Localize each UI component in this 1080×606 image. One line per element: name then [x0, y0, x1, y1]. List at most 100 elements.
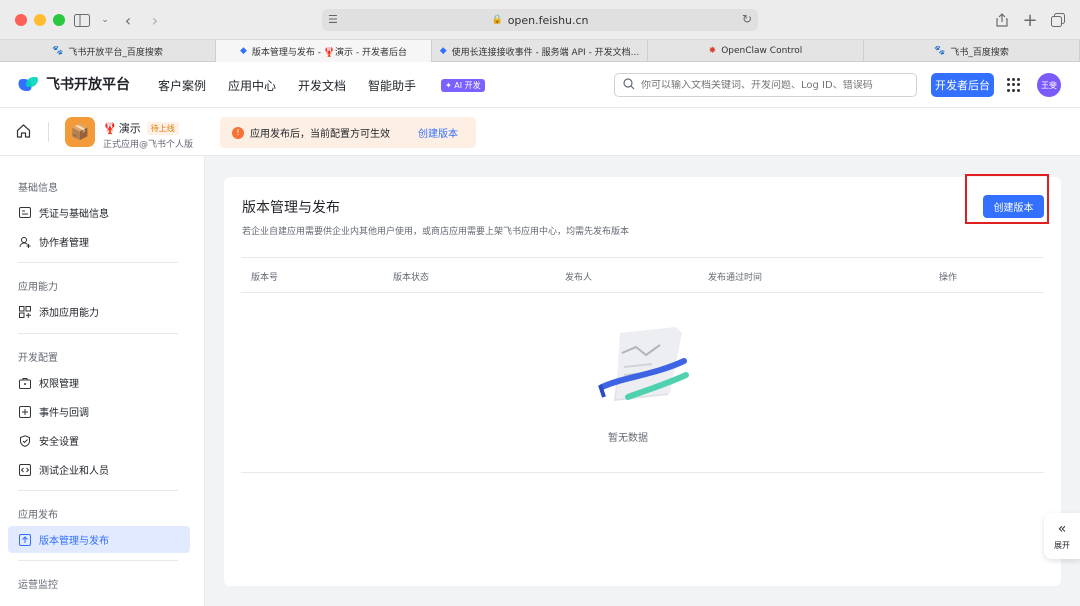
sidebar-item-label: 权限管理	[39, 379, 79, 390]
reload-icon[interactable]: ↻	[742, 12, 752, 26]
event-plus-icon	[19, 405, 31, 418]
app-name-text: 演示	[118, 122, 141, 135]
column-header: 发布人	[565, 273, 593, 283]
baidu-paw-icon: 🐾	[934, 46, 946, 56]
column-header: 版本状态	[393, 273, 430, 283]
status-badge: 待上线	[146, 121, 179, 135]
search-icon	[623, 77, 635, 93]
create-version-button[interactable]: 创建版本	[983, 195, 1044, 218]
code-icon	[19, 463, 31, 476]
notice-text: 应用发布后，当前配置方可生效	[250, 129, 390, 140]
sidebar-item-label: 版本管理与发布	[39, 536, 109, 547]
app-grid-icon[interactable]	[1007, 78, 1021, 92]
sidebar-section-title: 运营监控	[18, 580, 58, 591]
sidebar-item-permissions[interactable]: 权限管理	[8, 369, 190, 396]
sidebar-item-label: 凭证与基础信息	[39, 209, 109, 220]
browser-tabs: 🐾 飞书开放平台_百度搜索 ◆ 版本管理与发布 - 🦞演示 - 开发者后台 ◆ 使用长…	[0, 40, 1080, 62]
upload-icon	[19, 533, 31, 546]
share-icon[interactable]	[990, 8, 1014, 32]
app-sub-header: 📦 🦞 演示 待上线 正式应用@飞书个人版 ! 应用发布后，当前配置方可生效 创…	[0, 108, 1080, 156]
nav-customer-cases[interactable]: 客户案例	[158, 77, 206, 94]
address-bar[interactable]: ☰ 🔒 open.feishu.cn ↻	[322, 9, 758, 31]
sidebar-item-security[interactable]: 安全设置	[8, 427, 190, 454]
tab-label: 版本管理与发布 - 🦞演示 - 开发者后台	[251, 47, 408, 58]
sidebar-item-label: 测试企业和人员	[39, 466, 109, 477]
app-name[interactable]: 🦞 演示 待上线	[103, 120, 179, 136]
sidebar-item-label: 安全设置	[39, 437, 79, 448]
sidebar-toggle-icon[interactable]	[70, 8, 94, 32]
user-add-icon	[19, 236, 31, 248]
browser-tab[interactable]: ◆ 使用长连接接收事件 - 服务端 API - 开发文档...	[432, 40, 648, 62]
search-box[interactable]	[614, 73, 917, 97]
empty-state-text: 暂无数据	[608, 433, 648, 444]
browser-tab[interactable]: 🐾 飞书_百度搜索	[864, 40, 1080, 62]
window-close-button[interactable]	[15, 14, 27, 26]
page-description: 若企业自建应用需要供企业内其他用户使用，或商店应用需要上架飞书应用中心，均需先发…	[242, 227, 630, 237]
column-header: 操作	[939, 273, 958, 283]
header-divider	[48, 122, 49, 142]
feishu-logo-icon	[18, 75, 40, 93]
browser-tab[interactable]: ✸ OpenClaw Control	[648, 40, 864, 62]
sidebar-divider	[18, 560, 178, 561]
sidebar-item-test-enterprise[interactable]: 测试企业和人员	[8, 456, 190, 483]
id-card-icon	[19, 207, 31, 219]
sidebar-item-events[interactable]: 事件与回调	[8, 398, 190, 425]
tab-label: 飞书开放平台_百度搜索	[68, 47, 163, 58]
column-header: 发布通过时间	[708, 273, 763, 283]
briefcase-icon	[19, 377, 31, 389]
sidebar-item-credentials[interactable]: 凭证与基础信息	[8, 199, 190, 226]
lobster-icon: 🦞	[103, 121, 117, 135]
forward-arrow-icon[interactable]: ›	[143, 8, 167, 32]
nav-app-center[interactable]: 应用中心	[228, 77, 276, 94]
browser-toolbar: ⌄ ‹ › ☰ 🔒 open.feishu.cn ↻ +	[0, 0, 1080, 40]
developer-console-button[interactable]: 开发者后台	[931, 73, 994, 97]
notice-create-version-link[interactable]: 创建版本	[418, 125, 458, 140]
shield-icon	[19, 434, 31, 447]
window-minimize-button[interactable]	[34, 14, 46, 26]
baidu-paw-icon: 🐾	[52, 46, 64, 56]
empty-state-illustration	[594, 327, 694, 437]
sidebar-item-add-capability[interactable]: 添加应用能力	[8, 298, 190, 325]
logo-text: 飞书开放平台	[46, 77, 130, 93]
sidebar-section-title: 应用发布	[18, 510, 58, 521]
double-chevron-left-icon: «	[1057, 520, 1067, 537]
tab-label: 使用长连接接收事件 - 服务端 API - 开发文档...	[451, 47, 640, 58]
avatar[interactable]: 王斐	[1037, 73, 1061, 97]
expand-panel-button[interactable]: « 展开	[1044, 513, 1080, 559]
top-nav: 客户案例 应用中心 开发文档 智能助手 ✦ AI 开发	[158, 77, 507, 94]
window-zoom-button[interactable]	[53, 14, 65, 26]
new-tab-icon[interactable]: +	[1018, 8, 1042, 32]
table-divider	[241, 472, 1044, 473]
sidebar-section-title: 基础信息	[18, 183, 58, 194]
page-title: 版本管理与发布	[242, 200, 340, 216]
expand-label: 展开	[1054, 540, 1070, 550]
page-menu-icon[interactable]: ☰	[328, 13, 338, 26]
sidebar-item-collaborators[interactable]: 协作者管理	[8, 228, 190, 255]
feishu-open-platform-logo[interactable]: 飞书开放平台	[18, 74, 130, 94]
publish-notice: ! 应用发布后，当前配置方可生效 创建版本	[220, 117, 476, 148]
lock-icon: 🔒	[491, 15, 503, 25]
tab-label: OpenClaw Control	[721, 46, 803, 56]
browser-tab[interactable]: 🐾 飞书开放平台_百度搜索	[0, 40, 216, 62]
nav-assistant[interactable]: 智能助手 ✦ AI 开发	[368, 77, 507, 94]
browser-tab-active[interactable]: ◆ 版本管理与发布 - 🦞演示 - 开发者后台	[216, 40, 432, 62]
app-header: 飞书开放平台 客户案例 应用中心 开发文档 智能助手✦ AI 开发 开发者后台 …	[0, 62, 1080, 108]
chevron-down-icon[interactable]: ⌄	[93, 8, 117, 32]
nav-assistant-label: 智能助手	[368, 79, 417, 93]
feishu-icon: ◆	[239, 46, 247, 56]
openclaw-icon: ✸	[708, 46, 717, 56]
sidebar-section-title: 开发配置	[18, 353, 58, 364]
tab-overview-icon[interactable]	[1046, 8, 1070, 32]
app-box-icon: 📦	[65, 117, 95, 147]
sidebar: 基础信息 凭证与基础信息 协作者管理 应用能力 添加应用能力 开发配置 权限管理…	[0, 156, 205, 606]
sidebar-divider	[18, 490, 178, 491]
sidebar-item-version-release[interactable]: 版本管理与发布	[8, 526, 190, 553]
column-header: 版本号	[251, 273, 279, 283]
nav-dev-docs[interactable]: 开发文档	[298, 77, 346, 94]
sidebar-divider	[18, 333, 178, 334]
search-input[interactable]	[641, 79, 916, 91]
ai-dev-badge: ✦ AI 开发	[441, 79, 485, 92]
back-arrow-icon[interactable]: ‹	[116, 8, 140, 32]
warning-icon: !	[232, 126, 244, 139]
home-icon[interactable]	[16, 124, 31, 142]
